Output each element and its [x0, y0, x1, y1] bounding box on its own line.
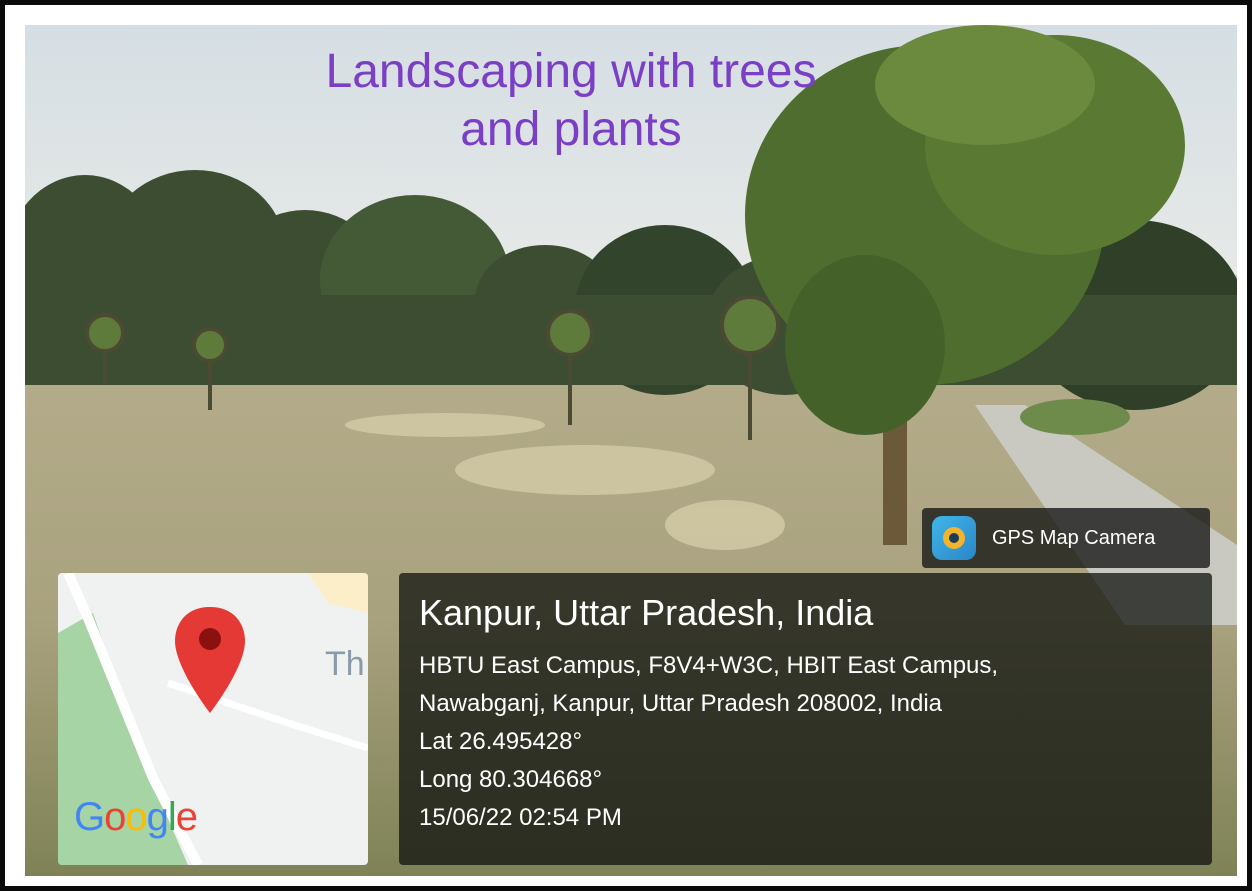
google-logo-letter: l — [167, 795, 177, 839]
google-logo-letter: g — [146, 795, 169, 839]
address-line-2: Nawabganj, Kanpur, Uttar Pradesh 208002,… — [419, 690, 943, 717]
google-logo: Google — [74, 795, 198, 840]
gps-map-camera-icon — [932, 516, 976, 560]
map-pin-icon — [175, 607, 245, 713]
location-info-panel: Kanpur, Uttar Pradesh, India HBTU East C… — [399, 573, 1212, 865]
caption-line-2: and plants — [460, 103, 682, 156]
map-block — [308, 573, 368, 613]
gps-badge-label: GPS Map Camera — [992, 526, 1156, 549]
longitude: Long 80.304668° — [419, 766, 603, 793]
google-logo-letter: e — [175, 795, 198, 839]
google-logo-letter: o — [104, 795, 126, 839]
latitude: Lat 26.495428° — [419, 728, 583, 755]
photo: Landscaping with trees and plants GPS Ma… — [25, 25, 1237, 876]
map-thumbnail: Th Google — [58, 573, 368, 865]
date-time: 15/06/22 02:54 PM — [419, 804, 622, 831]
place-name: Kanpur, Uttar Pradesh, India — [419, 592, 874, 633]
caption-line-1: Landscaping with trees — [325, 45, 817, 98]
google-logo-letter: o — [125, 795, 147, 839]
address-line-1: HBTU East Campus, F8V4+W3C, HBIT East Ca… — [419, 652, 999, 679]
image-frame: Landscaping with trees and plants GPS Ma… — [0, 0, 1252, 891]
photo-caption: Landscaping with trees and plants — [25, 43, 1117, 159]
gps-map-camera-badge: GPS Map Camera — [922, 508, 1210, 568]
google-logo-letter: G — [74, 795, 105, 839]
bush — [1020, 399, 1130, 435]
map-street-label: Th — [325, 645, 365, 683]
